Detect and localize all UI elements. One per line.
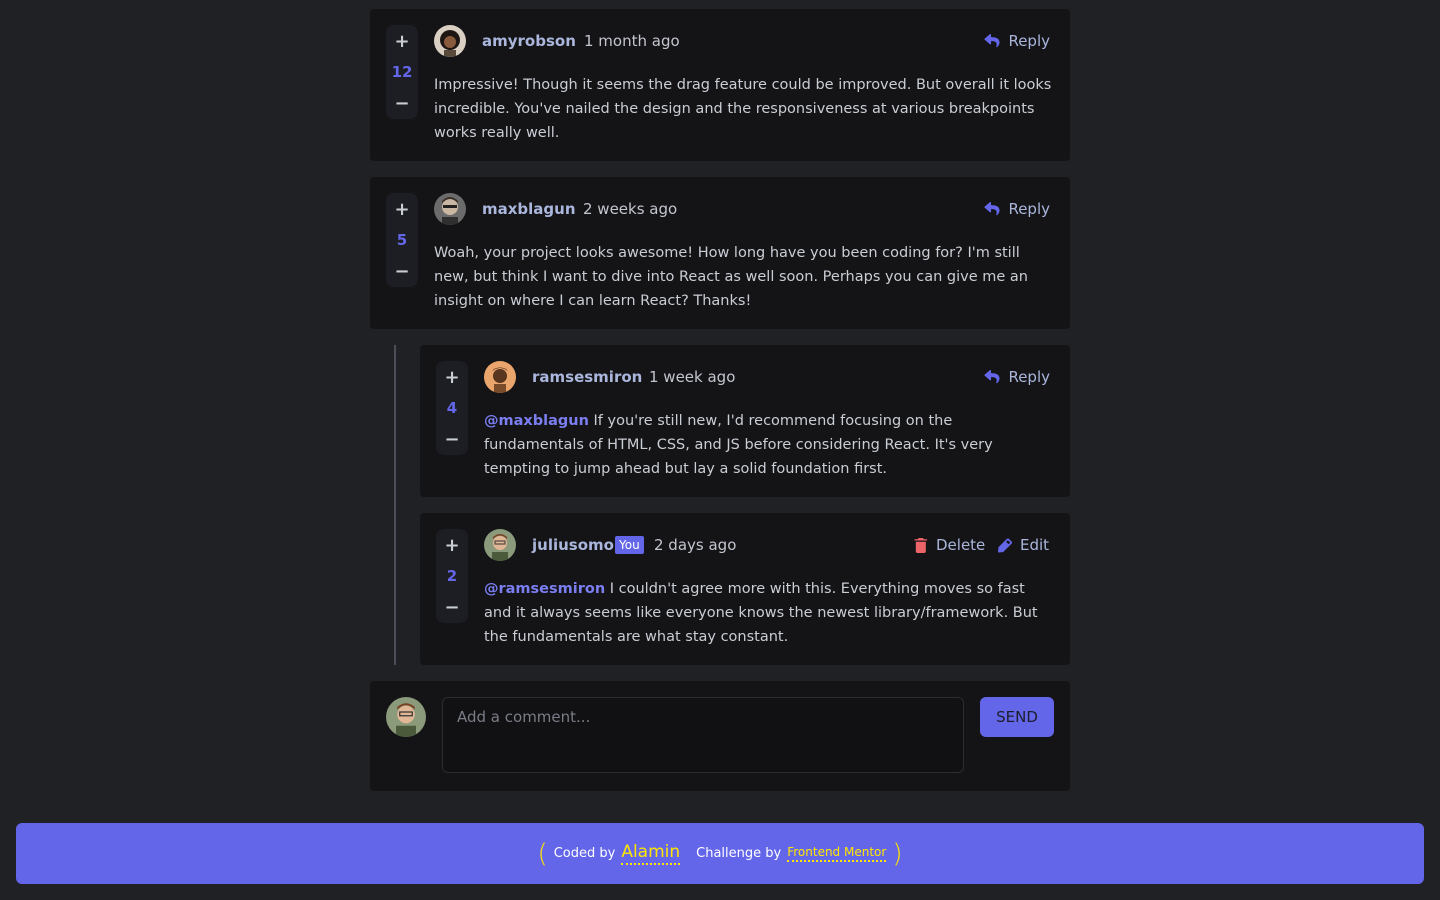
upvote-button[interactable]: + xyxy=(386,29,418,53)
frontend-mentor-link[interactable]: Frontend Mentor xyxy=(787,845,887,862)
upvote-button[interactable]: + xyxy=(436,533,468,557)
score-count: 5 xyxy=(396,231,408,249)
delete-icon xyxy=(914,537,928,553)
reply-button[interactable]: Reply xyxy=(984,199,1050,219)
reply-label: Reply xyxy=(1008,368,1050,386)
reply-card: + 2 − juliusomo You 2 days ago Delete Ed… xyxy=(420,513,1070,665)
footer: ( Coded by Alamin Challenge by Frontend … xyxy=(16,823,1424,884)
avatar xyxy=(484,529,516,561)
username[interactable]: ramsesmiron xyxy=(532,367,642,387)
vote-widget: + 5 − xyxy=(386,193,418,287)
reply-button[interactable]: Reply xyxy=(984,367,1050,387)
attribution: ( Coded by Alamin Challenge by Frontend … xyxy=(538,841,903,867)
reply-card: + 4 − ramsesmiron 1 week ago Reply @maxb… xyxy=(420,345,1070,497)
comment-card: + 5 − maxblagun 2 weeks ago Reply Woah, … xyxy=(370,177,1070,329)
score-count: 12 xyxy=(391,63,413,81)
score-count: 2 xyxy=(446,567,458,585)
edit-button[interactable]: Edit xyxy=(998,535,1049,555)
challenge-by-label: Challenge by xyxy=(696,846,782,861)
you-badge: You xyxy=(615,536,644,554)
comment-text: Impressive! Though it seems the drag fea… xyxy=(434,77,1052,141)
downvote-button[interactable]: − xyxy=(436,595,468,619)
timestamp: 2 weeks ago xyxy=(583,200,678,218)
add-comment-card: SEND xyxy=(370,681,1070,791)
vote-widget: + 2 − xyxy=(436,529,468,623)
downvote-button[interactable]: − xyxy=(386,91,418,115)
upvote-button[interactable]: + xyxy=(386,197,418,221)
open-paren: ( xyxy=(537,838,548,869)
reply-label: Reply xyxy=(1008,32,1050,50)
delete-label: Delete xyxy=(936,536,986,554)
comment-card: + 12 − amyrobson 1 month ago Reply Impre… xyxy=(370,9,1070,161)
timestamp: 1 week ago xyxy=(649,368,736,386)
reply-button[interactable]: Reply xyxy=(984,31,1050,51)
send-button[interactable]: SEND xyxy=(980,697,1054,737)
vote-widget: + 12 − xyxy=(386,25,418,119)
score-count: 4 xyxy=(446,399,458,417)
comment-text: @ramsesmiron I couldn't agree more with … xyxy=(484,577,1054,649)
comment-text: Woah, your project looks awesome! How lo… xyxy=(434,245,1028,309)
author-link[interactable]: Alamin xyxy=(621,842,681,865)
delete-button[interactable]: Delete xyxy=(914,535,985,555)
mention-link[interactable]: @maxblagun xyxy=(484,413,589,429)
reply-icon xyxy=(984,34,1000,48)
reply-icon xyxy=(984,370,1000,384)
timestamp: 2 days ago xyxy=(654,536,737,554)
username[interactable]: amyrobson xyxy=(482,31,576,51)
close-paren: ) xyxy=(892,838,903,869)
avatar xyxy=(434,25,466,57)
coded-by-label: Coded by xyxy=(553,846,616,861)
comment-text: @maxblagun If you're still new, I'd reco… xyxy=(484,409,1054,481)
edit-label: Edit xyxy=(1020,536,1050,554)
downvote-button[interactable]: − xyxy=(386,259,418,283)
downvote-button[interactable]: − xyxy=(436,427,468,451)
reply-icon xyxy=(984,202,1000,216)
reply-label: Reply xyxy=(1008,200,1050,218)
timestamp: 1 month ago xyxy=(584,32,680,50)
avatar xyxy=(434,193,466,225)
vote-widget: + 4 − xyxy=(436,361,468,455)
upvote-button[interactable]: + xyxy=(436,365,468,389)
current-user-avatar xyxy=(386,697,426,737)
avatar xyxy=(484,361,516,393)
reply-thread-line xyxy=(394,345,396,665)
edit-icon xyxy=(998,538,1012,552)
mention-link[interactable]: @ramsesmiron xyxy=(484,581,605,597)
comment-input[interactable] xyxy=(442,697,964,773)
username[interactable]: maxblagun xyxy=(482,199,576,219)
username[interactable]: juliusomo xyxy=(532,535,614,555)
